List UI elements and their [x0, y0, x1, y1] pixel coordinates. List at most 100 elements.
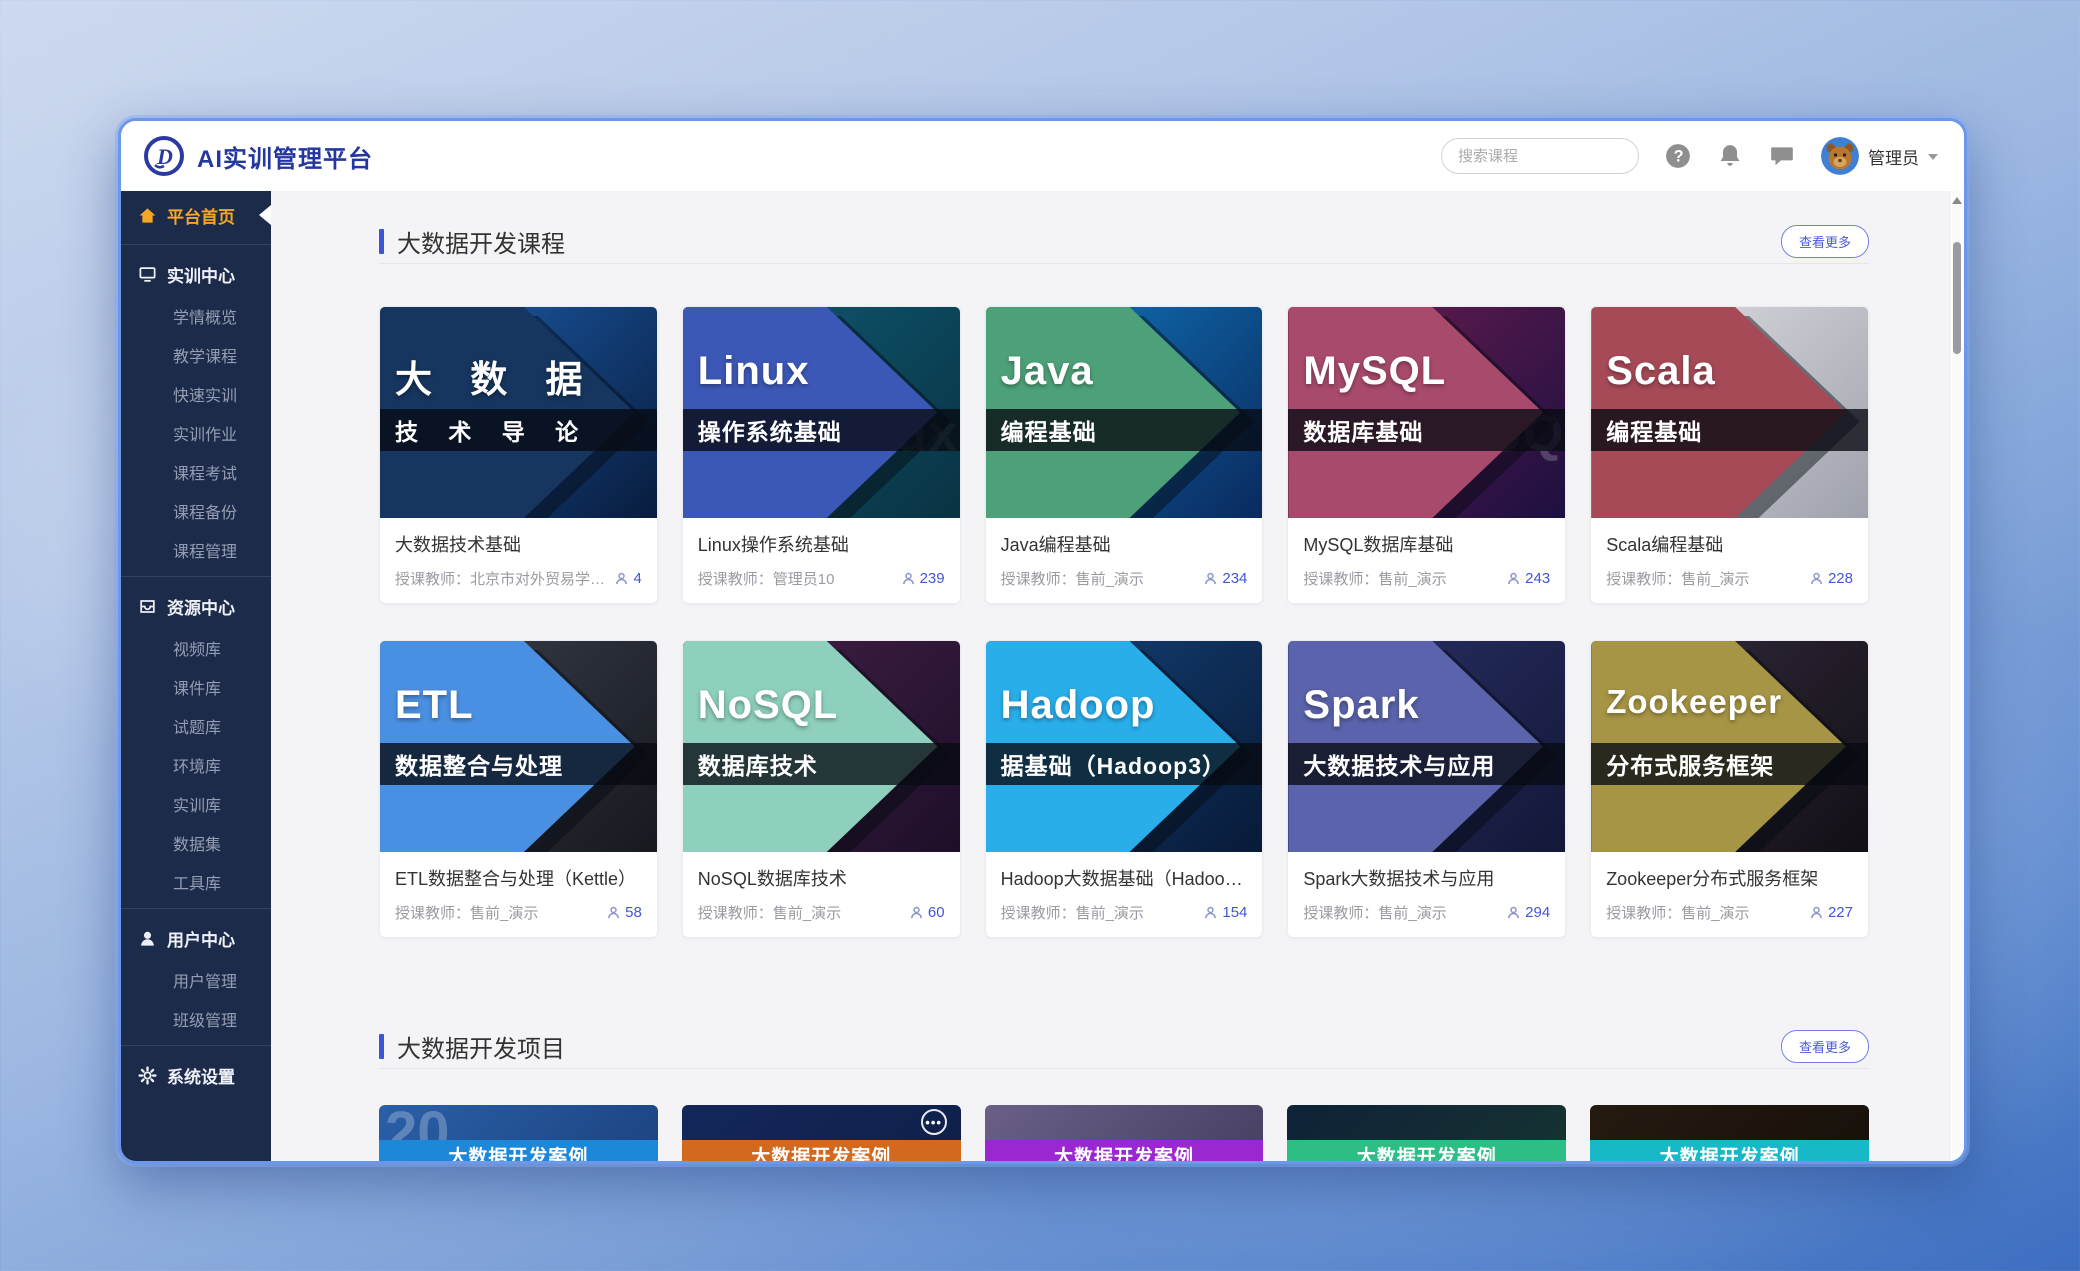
- sidebar-subitem[interactable]: 学情概览: [121, 296, 271, 335]
- message-icon[interactable]: [1769, 143, 1795, 169]
- course-enrollment: 58: [606, 904, 642, 921]
- course-teacher: 授课教师：北京市对外贸易学校教...: [395, 568, 608, 589]
- search-input[interactable]: [1458, 148, 1657, 165]
- sidebar-subitem[interactable]: 数据集: [121, 823, 271, 862]
- thumb-subtitle: 编程基础: [1606, 413, 1702, 447]
- section-divider: [379, 263, 1869, 264]
- course-card[interactable]: NoSQL 数据库技术 NoSQL数据库技术 授课教师：售前_演示: [682, 640, 961, 938]
- notification-bell-icon[interactable]: [1717, 143, 1743, 169]
- user-icon: [138, 929, 157, 948]
- course-title: Scala编程基础: [1606, 531, 1853, 557]
- help-icon[interactable]: ?: [1665, 143, 1691, 169]
- sidebar-item-label: 实训中心: [167, 262, 235, 287]
- project-card[interactable]: 20 大数据开发案例: [379, 1105, 658, 1161]
- course-enrollment: 243: [1506, 570, 1550, 587]
- course-grid-row1: 大 数 据 技 术 导 论 大数据技术基础 授课教师：北京市对外贸易学校教...: [379, 306, 1869, 604]
- project-banner: 大数据开发案例: [1590, 1140, 1869, 1161]
- course-title: NoSQL数据库技术: [698, 865, 945, 891]
- sidebar-subitem[interactable]: 课程考试: [121, 452, 271, 491]
- sidebar-item-label: 平台首页: [167, 203, 235, 228]
- sidebar-subitem[interactable]: 快速实训: [121, 374, 271, 413]
- main-content: 大数据开发课程 查看更多 大 数 据 技 术 导 论 大数据技术基础: [271, 191, 1964, 1161]
- sidebar-item-user-center[interactable]: 用户中心: [121, 916, 271, 960]
- course-card[interactable]: Hadoop 据基础（Hadoop3） Hadoop大数据基础（Hadoop3）…: [985, 640, 1264, 938]
- thumb-subtitle-band: 技 术 导 论: [380, 409, 657, 451]
- sidebar-subitem[interactable]: 课件库: [121, 667, 271, 706]
- scrollbar-thumb[interactable]: [1953, 242, 1961, 354]
- thumb-subtitle: 操作系统基础: [698, 413, 842, 447]
- sidebar-subitem[interactable]: 班级管理: [121, 999, 271, 1038]
- scrollbar-up-arrow[interactable]: [1952, 197, 1962, 204]
- project-card[interactable]: 大数据开发案例: [985, 1105, 1264, 1161]
- course-thumbnail: Scala 编程基础: [1591, 307, 1868, 518]
- course-card[interactable]: Spark 大数据技术与应用 Spark大数据技术与应用 授课教师：售前_演示: [1287, 640, 1566, 938]
- sidebar-subitem[interactable]: 实训作业: [121, 413, 271, 452]
- home-icon: [138, 206, 157, 225]
- sidebar-subitem[interactable]: 用户管理: [121, 960, 271, 999]
- course-enrollment: 239: [901, 570, 945, 587]
- course-thumbnail: Spark 大数据技术与应用: [1288, 641, 1565, 852]
- course-teacher: 授课教师：售前_演示: [1303, 902, 1500, 923]
- sidebar-subitem[interactable]: 试题库: [121, 706, 271, 745]
- course-card[interactable]: inux Linux 操作系统基础 Linux操作系统基础 授课教师：管理员10: [682, 306, 961, 604]
- avatar[interactable]: [1821, 137, 1859, 175]
- thumb-subtitle-band: 操作系统基础: [683, 409, 960, 451]
- sidebar-item-resource-center[interactable]: 资源中心: [121, 584, 271, 628]
- sidebar-item-training-center[interactable]: 实训中心: [121, 252, 271, 296]
- course-card[interactable]: ETL 数据整合与处理 ETL数据整合与处理（Kettle） 授课教师：售前_演…: [379, 640, 658, 938]
- person-icon: [1203, 905, 1218, 920]
- course-card[interactable]: 大 数 据 技 术 导 论 大数据技术基础 授课教师：北京市对外贸易学校教...: [379, 306, 658, 604]
- sidebar-subitem[interactable]: 课程备份: [121, 491, 271, 530]
- user-menu[interactable]: 管理员: [1821, 137, 1938, 175]
- sidebar-item-home[interactable]: 平台首页: [121, 193, 271, 237]
- sidebar-item-system-settings[interactable]: 系统设置: [121, 1053, 271, 1097]
- thumb-subtitle-band: 数据库技术: [683, 743, 960, 785]
- project-banner: 大数据开发案例: [1287, 1140, 1566, 1161]
- project-card[interactable]: 大数据开发案例: [1590, 1105, 1869, 1161]
- course-card[interactable]: Java 编程基础 Java编程基础 授课教师：售前_演示: [985, 306, 1264, 604]
- sidebar-subitem[interactable]: 课程管理: [121, 530, 271, 569]
- sidebar-item-label: 系统设置: [167, 1063, 235, 1088]
- course-title: Java编程基础: [1001, 531, 1248, 557]
- sidebar-divider: [121, 908, 271, 909]
- course-enrollment: 227: [1809, 904, 1853, 921]
- enrollment-count: 234: [1222, 570, 1247, 587]
- sidebar-subitem[interactable]: 工具库: [121, 862, 271, 901]
- sidebar-divider: [121, 244, 271, 245]
- course-enrollment: 294: [1506, 904, 1550, 921]
- chevron-down-icon[interactable]: [1928, 154, 1938, 160]
- course-card[interactable]: MySQ MySQL 数据库基础 MySQL数据库基础 授课教师：售前_演示: [1287, 306, 1566, 604]
- sidebar-subitem[interactable]: 实训库: [121, 784, 271, 823]
- project-card[interactable]: ••• 大数据开发案例: [682, 1105, 961, 1161]
- search-box[interactable]: [1441, 138, 1639, 174]
- view-more-button[interactable]: 查看更多: [1781, 225, 1869, 258]
- course-card[interactable]: Zookeeper 分布式服务框架 Zookeeper分布式服务框架 授课教师：…: [1590, 640, 1869, 938]
- course-teacher: 授课教师：售前_演示: [1303, 568, 1500, 589]
- thumb-subtitle-band: 大数据技术与应用: [1288, 743, 1565, 785]
- view-more-button[interactable]: 查看更多: [1781, 1030, 1869, 1063]
- sidebar-subitem[interactable]: 环境库: [121, 745, 271, 784]
- svg-text:?: ?: [1674, 147, 1684, 165]
- course-title: Linux操作系统基础: [698, 531, 945, 557]
- project-banner: 大数据开发案例: [985, 1140, 1264, 1161]
- sidebar-subitem[interactable]: 教学课程: [121, 335, 271, 374]
- course-enrollment: 154: [1203, 904, 1247, 921]
- thumb-title: Zookeeper: [1606, 683, 1782, 721]
- person-icon: [606, 905, 621, 920]
- course-teacher: 授课教师：售前_演示: [1001, 902, 1198, 923]
- person-icon: [901, 571, 916, 586]
- course-enrollment: 234: [1203, 570, 1247, 587]
- app-title: AI实训管理平台: [197, 139, 373, 174]
- course-teacher: 授课教师：售前_演示: [1606, 568, 1803, 589]
- course-thumbnail: MySQ MySQL 数据库基础: [1288, 307, 1565, 518]
- project-card[interactable]: 大数据开发案例: [1287, 1105, 1566, 1161]
- scrollbar[interactable]: [1949, 191, 1964, 1161]
- active-notch: [259, 205, 271, 225]
- thumb-subtitle: 大数据技术与应用: [1303, 747, 1495, 781]
- course-teacher: 授课教师：管理员10: [698, 568, 895, 589]
- sidebar-subitem[interactable]: 视频库: [121, 628, 271, 667]
- inbox-icon: [138, 597, 157, 616]
- thumb-subtitle: 数据库基础: [1303, 413, 1423, 447]
- course-title: MySQL数据库基础: [1303, 531, 1550, 557]
- course-card[interactable]: Scala 编程基础 Scala编程基础 授课教师：售前_演示: [1590, 306, 1869, 604]
